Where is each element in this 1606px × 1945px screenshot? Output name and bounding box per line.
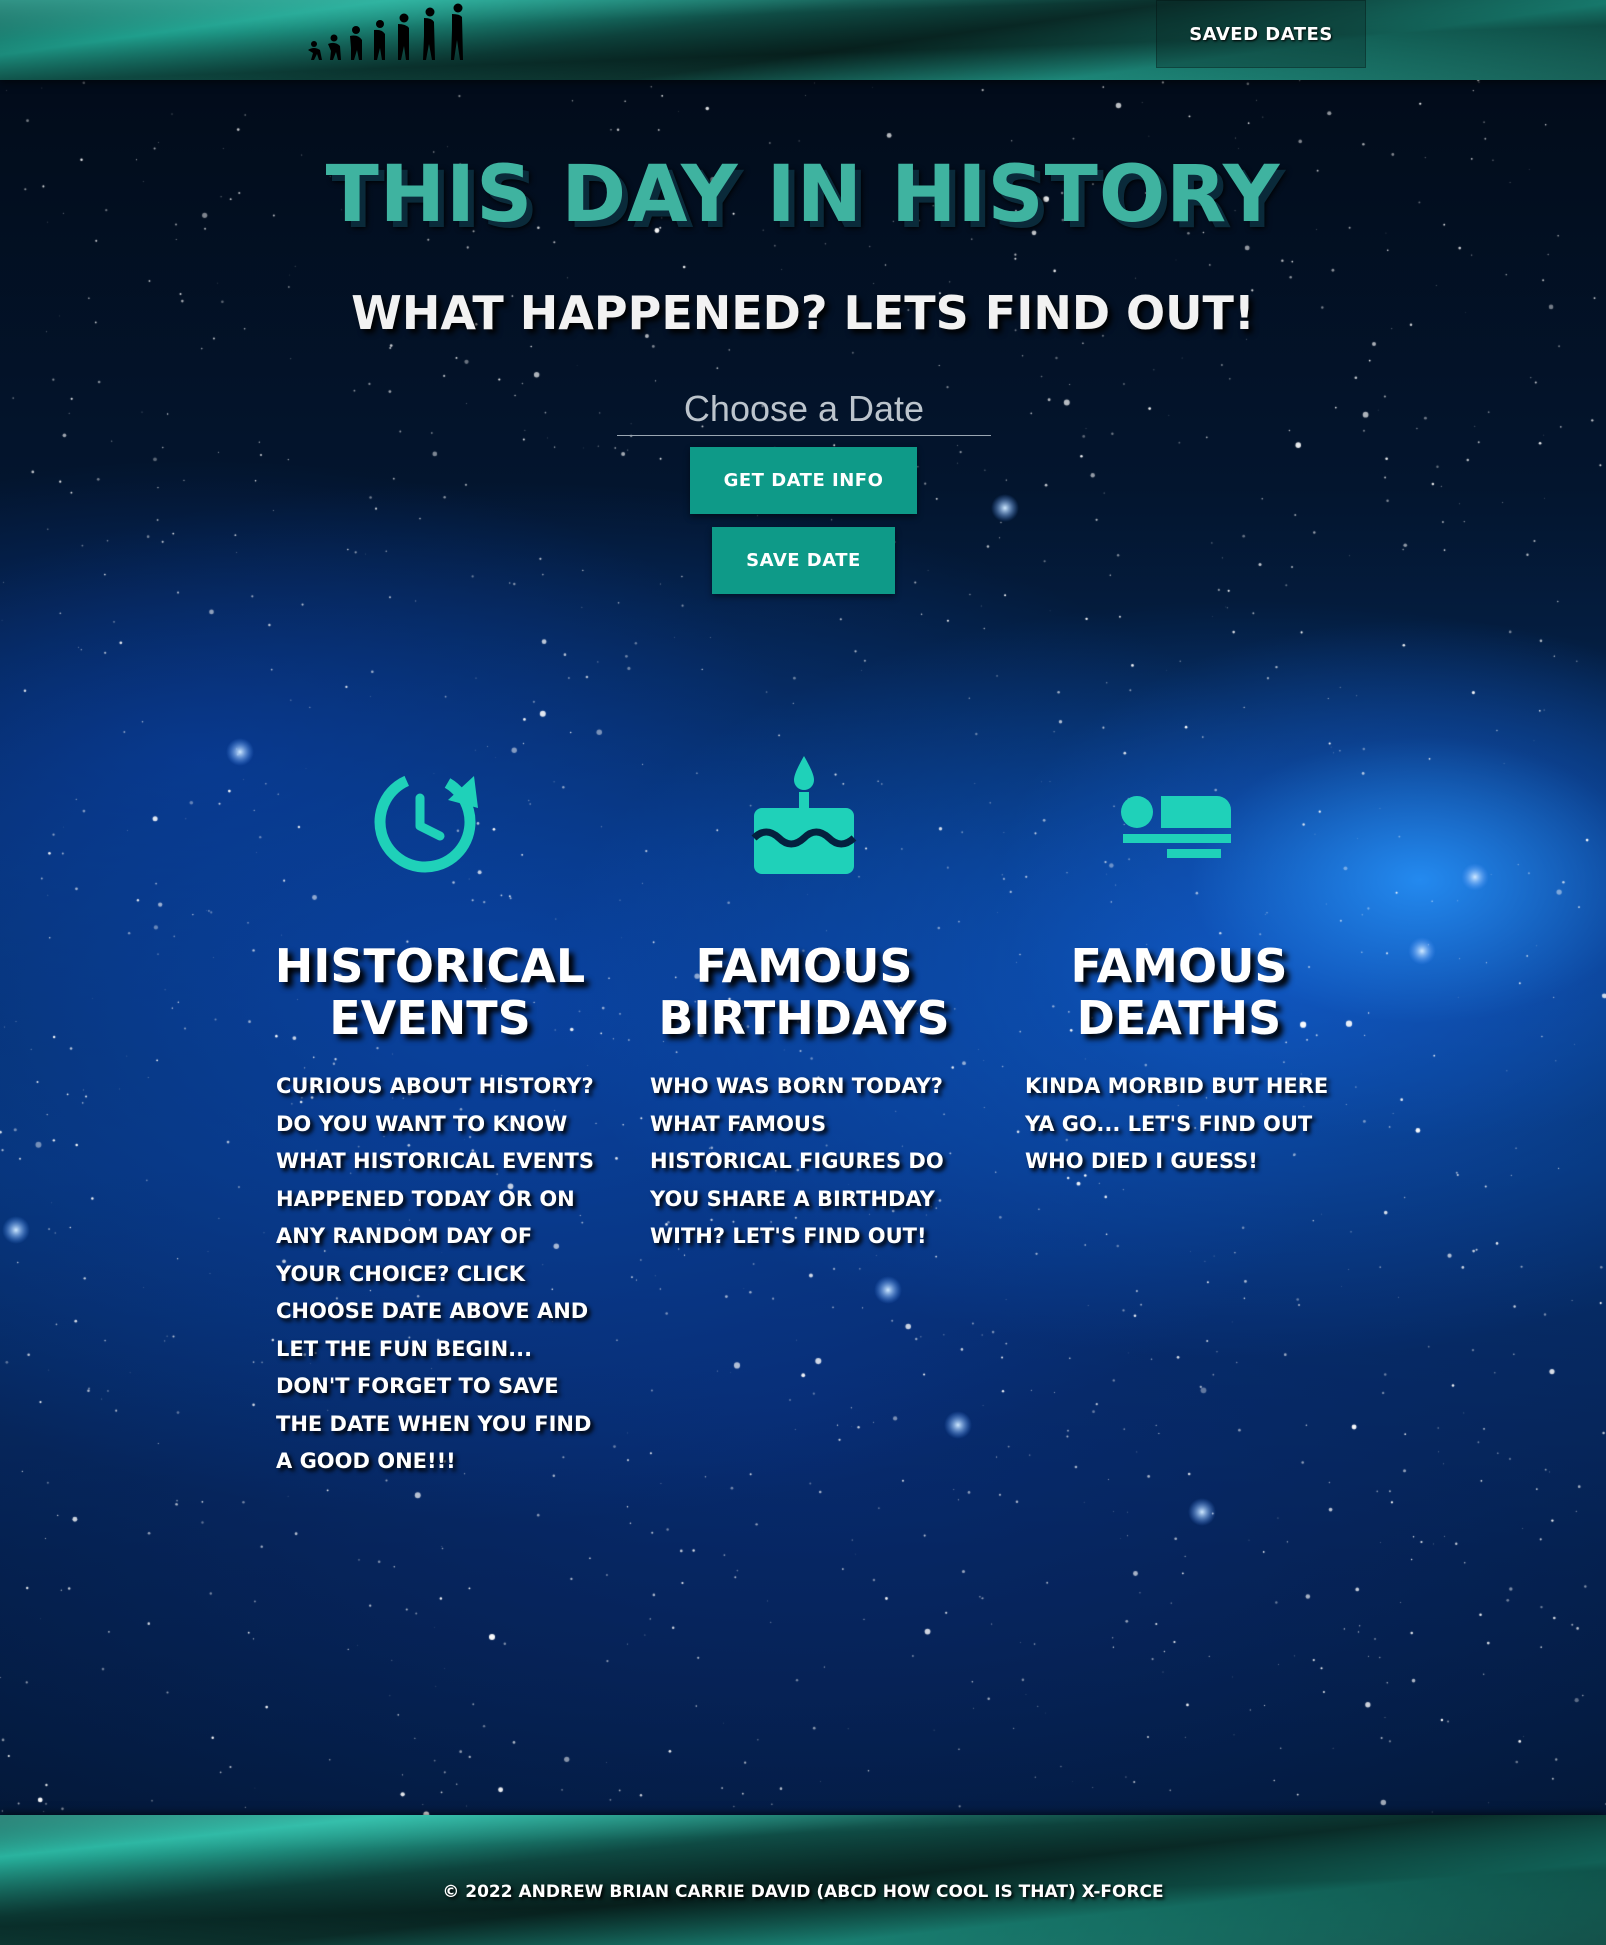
feature-title-line1: Historical	[274, 939, 586, 993]
feature-title-line2: Birthdays	[658, 991, 950, 1045]
page-subtitle: What Happened? Lets find out!	[351, 286, 1255, 340]
page-footer	[0, 1815, 1606, 1945]
clock-history-icon	[374, 771, 478, 873]
birthday-cake-icon	[751, 756, 857, 874]
feature-title-line2: Events	[329, 991, 531, 1045]
feature-title: Famous Birthdays	[634, 940, 974, 1044]
page-title: This Day In History	[325, 150, 1281, 240]
feature-title: Famous Deaths	[1009, 940, 1349, 1044]
feature-description: Curious about history? Do you want to kn…	[276, 1074, 594, 1473]
feature-title-line2: Deaths	[1076, 991, 1282, 1045]
feature-title-line1: Famous	[1070, 939, 1288, 993]
feature-title: Historical Events	[260, 940, 600, 1044]
evolution-silhouette-icon[interactable]	[300, 2, 494, 70]
top-navbar: Saved Dates	[0, 0, 1606, 80]
bed-icon	[1121, 796, 1231, 858]
feature-famous-deaths: Famous Deaths Kinda morbid but here ya g…	[1009, 750, 1349, 1181]
date-picker-input[interactable]	[617, 382, 991, 436]
feature-famous-birthdays: Famous Birthdays Who was born today? Wha…	[634, 750, 974, 1256]
feature-description: Who was born today? What famous historic…	[650, 1074, 944, 1248]
feature-historical-events: Historical Events Curious about history?…	[260, 750, 600, 1481]
feature-title-line1: Famous	[695, 939, 913, 993]
saved-dates-button[interactable]: Saved Dates	[1156, 0, 1366, 68]
save-date-button[interactable]: Save Date	[712, 527, 895, 594]
feature-description: Kinda morbid but here ya go... Let's fin…	[1025, 1074, 1329, 1173]
footer-copyright: © 2022 Andrew Brian Carrie David (ABCD h…	[442, 1882, 1164, 1902]
get-date-info-button[interactable]: Get Date Info	[690, 447, 917, 514]
